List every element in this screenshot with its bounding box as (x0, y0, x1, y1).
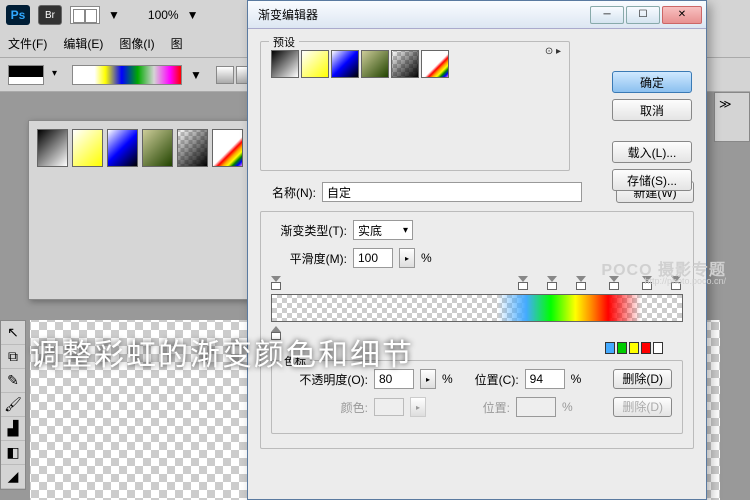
delete-color-button: 删除(D) (613, 397, 672, 417)
dialog-titlebar[interactable]: 渐变编辑器 ─ ☐ ✕ (248, 1, 706, 29)
spinner-icon: ▸ (410, 397, 426, 417)
opacity-label: 不透明度(O): (282, 371, 368, 388)
tool-preset-picker[interactable] (8, 65, 44, 85)
menu-edit[interactable]: 编辑(E) (63, 35, 103, 52)
delete-stop-button[interactable]: 删除(D) (613, 369, 672, 389)
preset-thumb[interactable] (421, 50, 449, 78)
eraser-tool-icon[interactable]: ◢ (1, 465, 25, 489)
load-button[interactable]: 载入(L)... (612, 141, 692, 163)
preset-thumb[interactable] (361, 50, 389, 78)
menu-file[interactable]: 文件(F) (8, 35, 47, 52)
linear-gradient-button[interactable] (216, 66, 234, 84)
zoom-level[interactable]: 100% (148, 8, 179, 22)
eyedrop-tool-icon[interactable]: ✎ (1, 369, 25, 393)
position-label: 位置(C): (469, 371, 519, 388)
dropdown-arrow-icon[interactable]: ▼ (108, 8, 120, 22)
dropdown-arrow-icon[interactable]: ▼ (187, 8, 199, 22)
color-swatch (374, 398, 404, 416)
collapse-panel-icon[interactable]: ≫ (715, 93, 749, 115)
preset-black-white[interactable] (37, 129, 68, 167)
smoothness-input[interactable] (353, 248, 393, 268)
save-button[interactable]: 存储(S)... (612, 169, 692, 191)
name-input[interactable] (322, 182, 582, 202)
smooth-label: 平滑度(M): (271, 250, 347, 267)
gradient-editor-dialog: 渐变编辑器 ─ ☐ ✕ 确定 取消 载入(L)... 存储(S)... 预设 ⊙… (247, 0, 707, 500)
gradient-preview[interactable] (72, 65, 182, 85)
dialog-title: 渐变编辑器 (258, 6, 318, 23)
preset-thumb[interactable] (271, 50, 299, 78)
position-input-disabled (516, 397, 556, 417)
preset-thumb[interactable] (391, 50, 419, 78)
type-label: 渐变类型(T): (271, 222, 347, 239)
stamp-tool-icon[interactable]: ▟ (1, 417, 25, 441)
preset-thumb[interactable] (331, 50, 359, 78)
color-marker[interactable] (653, 342, 663, 354)
color-label: 颜色: (282, 399, 368, 416)
preset-blue[interactable] (107, 129, 138, 167)
position-label-disabled: 位置: (460, 399, 510, 416)
position-input[interactable] (525, 369, 565, 389)
preset-yellow[interactable] (72, 129, 103, 167)
photoshop-icon[interactable]: Ps (6, 5, 30, 25)
type-dropdown[interactable]: 实底 (353, 220, 413, 240)
frames-icon[interactable] (70, 6, 100, 24)
gradient-strip[interactable] (271, 294, 683, 322)
spinner-icon[interactable]: ▸ (420, 369, 436, 389)
preset-transparent[interactable] (177, 129, 208, 167)
gradient-picker-flyout (28, 120, 252, 300)
opacity-input[interactable] (374, 369, 414, 389)
pct-label: % (562, 400, 573, 414)
gradient-tool-icon[interactable]: ◧ (1, 441, 25, 465)
move-tool-icon[interactable]: ↖ (1, 321, 25, 345)
close-button[interactable]: ✕ (662, 6, 702, 24)
preset-rainbow[interactable] (212, 129, 243, 167)
crop-tool-icon[interactable]: ⧉ (1, 345, 25, 369)
menu-image2[interactable]: 图 (171, 35, 183, 52)
pct-label: % (421, 251, 432, 265)
presets-label: 预设 (269, 34, 299, 50)
cancel-button[interactable]: 取消 (612, 99, 692, 121)
right-panel[interactable]: ≫ (714, 92, 750, 142)
pct-label: % (571, 372, 582, 386)
color-stops-track[interactable] (271, 326, 683, 340)
presets-menu-icon[interactable]: ⊙ ▸ (545, 46, 561, 57)
pct-label: % (442, 372, 453, 386)
preset-thumb[interactable] (301, 50, 329, 78)
watermark-url: http://photo.poco.cn/ (644, 276, 726, 286)
name-label: 名称(N): (260, 184, 316, 201)
color-markers (271, 342, 663, 354)
maximize-button[interactable]: ☐ (626, 6, 660, 24)
color-marker[interactable] (605, 342, 615, 354)
stops-label: 色标 (280, 353, 310, 369)
dropdown-arrow-icon[interactable]: ▼ (190, 68, 202, 82)
tools-panel: ↖ ⧉ ✎ 🖌 ▟ ◧ ◢ (0, 320, 26, 490)
brush-tool-icon[interactable]: 🖌 (1, 393, 25, 417)
minimize-button[interactable]: ─ (590, 6, 624, 24)
preset-green[interactable] (142, 129, 173, 167)
ok-button[interactable]: 确定 (612, 71, 692, 93)
menu-image[interactable]: 图像(I) (119, 35, 154, 52)
color-marker[interactable] (641, 342, 651, 354)
bridge-icon[interactable]: Br (38, 5, 62, 25)
color-marker[interactable] (629, 342, 639, 354)
spinner-icon[interactable]: ▸ (399, 248, 415, 268)
color-marker[interactable] (617, 342, 627, 354)
